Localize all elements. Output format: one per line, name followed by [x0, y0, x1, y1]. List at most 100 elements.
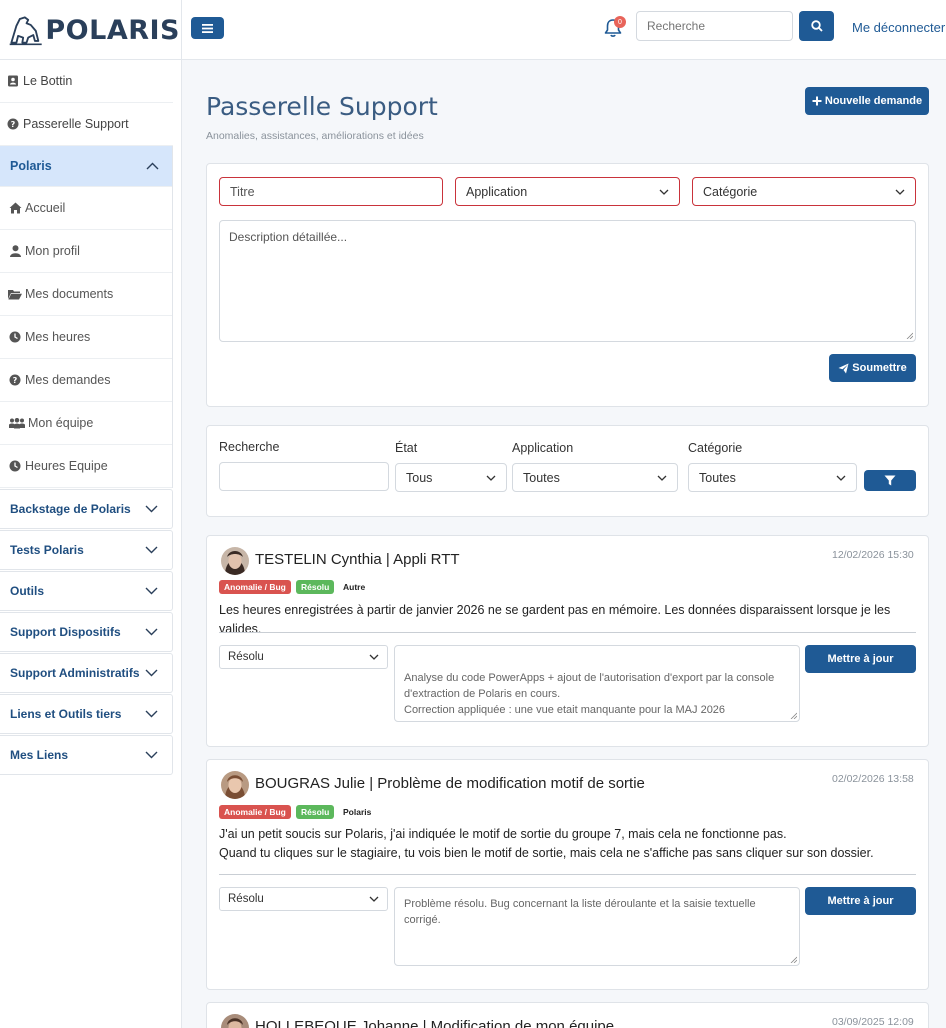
status-badge: Résolu [296, 805, 335, 819]
filter-application-value: Toutes [523, 470, 560, 485]
sidebar-group-outils[interactable]: Outils [0, 571, 173, 611]
chevron-down-icon [145, 505, 158, 513]
description-placeholder: Description détaillée... [229, 230, 348, 244]
sidebar-item-passerelle-support[interactable]: ? Passerelle Support [0, 103, 173, 146]
ticket-card: TESTELIN Cynthia | Appli RTT 12/02/2026 … [206, 535, 929, 747]
chevron-down-icon [145, 628, 158, 636]
ticket-status-select[interactable]: Résolu [219, 887, 388, 911]
title-placeholder: Titre [230, 184, 255, 199]
description-textarea[interactable]: Description détaillée... [219, 220, 916, 342]
new-request-label: Nouvelle demande [824, 95, 923, 107]
sidebar-item-bottin[interactable]: Le Bottin [0, 60, 173, 103]
ticket-title: HOLLEBEQUE Johanne | Modification de mon… [255, 1018, 615, 1028]
ticket-description: J'ai un petit soucis sur Polaris, j'ai i… [219, 827, 874, 860]
filter-category-select[interactable]: Toutes [688, 463, 857, 492]
filter-application-label: Application [512, 441, 574, 455]
divider [219, 874, 916, 875]
title-input[interactable]: Titre [219, 177, 443, 206]
chevron-down-icon [659, 189, 669, 195]
chevron-down-icon [657, 475, 667, 481]
update-ticket-label: Mettre à jour [827, 653, 894, 665]
home-icon [8, 201, 22, 215]
logo[interactable]: POLARIS [8, 6, 180, 54]
filter-category-value: Toutes [699, 470, 736, 485]
paper-plane-icon [838, 363, 849, 373]
filter-application-select[interactable]: Toutes [512, 463, 678, 492]
sidebar-item-label: Heures Equipe [25, 459, 108, 473]
sidebar-item-heures-equipe[interactable]: Heures Equipe [0, 445, 173, 488]
user-icon [8, 244, 22, 258]
sidebar-item-mon-equipe[interactable]: Mon équipe [0, 402, 173, 445]
hamburger-icon [202, 23, 213, 33]
sidebar-item-label: Passerelle Support [23, 117, 129, 131]
ticket-response-textarea[interactable]: Problème résolu. Bug concernant la liste… [394, 887, 800, 966]
sidebar-item-label: Mes demandes [25, 373, 111, 387]
sidebar: Le Bottin ? Passerelle Support Polaris A… [0, 60, 182, 1028]
sidebar-group-support-administratifs[interactable]: Support Administratifs [0, 653, 173, 693]
sidebar-group-tests-polaris[interactable]: Tests Polaris [0, 530, 173, 570]
page-title: Passerelle Support [206, 92, 438, 121]
sidebar-item-mes-heures[interactable]: Mes heures [0, 316, 173, 359]
svg-text:?: ? [11, 120, 16, 129]
new-request-button[interactable]: Nouvelle demande [805, 87, 929, 115]
chevron-down-icon [145, 669, 158, 677]
sidebar-group-polaris[interactable]: Polaris [0, 146, 173, 187]
global-search-input[interactable] [636, 11, 793, 41]
sidebar-item-label: Mes documents [25, 287, 114, 301]
sidebar-group-label: Polaris [10, 159, 52, 173]
sidebar-group-border [172, 146, 173, 488]
question-circle-icon: ? [6, 117, 20, 131]
resize-grip-icon[interactable] [790, 956, 797, 963]
filter-category-label: Catégorie [688, 441, 743, 455]
chevron-down-icon [836, 475, 846, 481]
update-ticket-button[interactable]: Mettre à jour [805, 887, 916, 915]
resize-grip-icon[interactable] [790, 712, 797, 719]
ticket-status-select[interactable]: Résolu [219, 645, 388, 669]
filter-icon [884, 475, 896, 486]
chevron-down-icon [145, 587, 158, 595]
chevron-down-icon [145, 710, 158, 718]
submit-label: Soumettre [852, 362, 907, 374]
chevron-down-icon [369, 896, 379, 902]
application-select[interactable]: Application [455, 177, 680, 206]
chevron-down-icon [145, 546, 158, 554]
sidebar-group-mes-liens[interactable]: Mes Liens [0, 735, 173, 775]
sidebar-group-support-dispositifs[interactable]: Support Dispositifs [0, 612, 173, 652]
ticket-response-textarea[interactable]: Analyse du code PowerApps + ajout de l'a… [394, 645, 800, 722]
menu-toggle-button[interactable] [191, 17, 224, 39]
question-circle-icon: ? [8, 373, 22, 387]
submit-button[interactable]: Soumettre [829, 354, 916, 382]
ticket-status-value: Résolu [228, 651, 264, 663]
sidebar-item-mes-documents[interactable]: Mes documents [0, 273, 173, 316]
svg-text:?: ? [13, 376, 18, 385]
divider [219, 632, 916, 633]
chevron-down-icon [369, 654, 379, 660]
sidebar-item-label: Mon profil [25, 244, 80, 258]
sidebar-group-liens-outils-tiers[interactable]: Liens et Outils tiers [0, 694, 173, 734]
global-search-button[interactable] [799, 11, 834, 41]
sidebar-item-label: Le Bottin [23, 74, 73, 88]
clock-icon [8, 330, 22, 344]
ticket-status-value: Résolu [228, 893, 264, 905]
sidebar-item-accueil[interactable]: Accueil [0, 187, 173, 230]
apply-filter-button[interactable] [864, 470, 916, 491]
sidebar-item-label: Accueil [25, 201, 66, 215]
ticket-date: 12/02/2026 15:30 [832, 549, 914, 561]
category-select[interactable]: Catégorie [692, 177, 916, 206]
filter-search-input[interactable] [219, 462, 389, 491]
sidebar-item-label: Mes heures [25, 330, 91, 344]
sidebar-group-label: Mes Liens [10, 748, 69, 762]
sidebar-group-label: Liens et Outils tiers [10, 707, 122, 721]
filter-state-select[interactable]: Tous [395, 463, 507, 492]
sidebar-group-label: Backstage de Polaris [10, 502, 131, 516]
category-badge: Anomalie / Bug [219, 580, 291, 594]
sidebar-group-backstage[interactable]: Backstage de Polaris [0, 489, 173, 529]
resize-grip-icon[interactable] [906, 332, 913, 339]
chevron-down-icon [895, 189, 905, 195]
logout-link[interactable]: Me déconnecter [852, 20, 945, 35]
sidebar-group-label: Support Dispositifs [10, 625, 121, 639]
update-ticket-button[interactable]: Mettre à jour [805, 645, 916, 673]
sidebar-item-mes-demandes[interactable]: ? Mes demandes [0, 359, 173, 402]
sidebar-item-mon-profil[interactable]: Mon profil [0, 230, 173, 273]
chevron-up-icon [146, 162, 159, 170]
